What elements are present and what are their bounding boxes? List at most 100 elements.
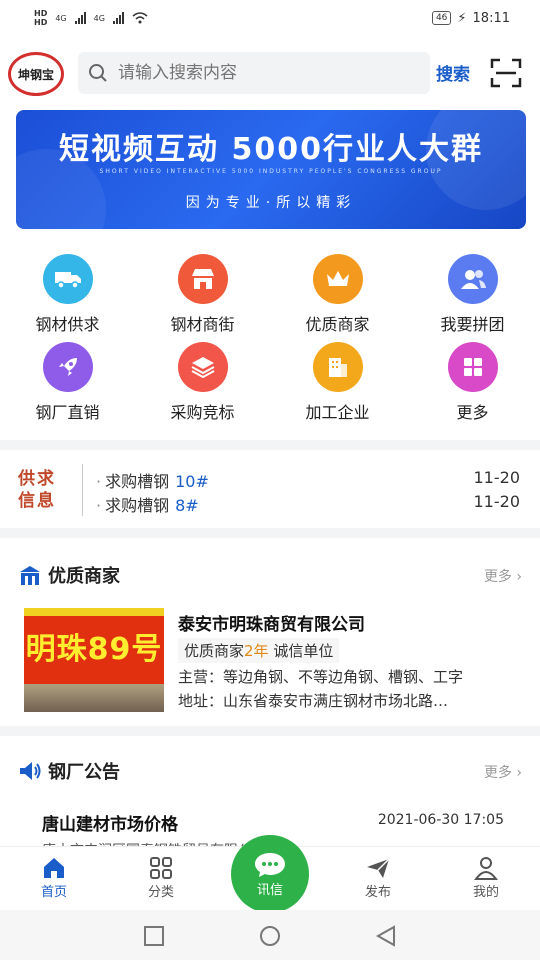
grid-label: 钢厂直销	[35, 403, 100, 422]
back-icon[interactable]	[374, 924, 398, 948]
merchants-header: 优质商家 更多 ›	[0, 554, 540, 594]
nav-category[interactable]: 分类	[121, 855, 201, 900]
more-link[interactable]: 更多 ›	[484, 566, 522, 586]
hd1: HD	[34, 9, 48, 18]
more-label: 更多	[483, 765, 512, 781]
store-icon	[177, 254, 228, 304]
supply-item-date: 11-20	[473, 492, 521, 511]
grid-item-quality-merchant[interactable]: 优质商家	[270, 252, 405, 340]
nav-label: 我的	[472, 885, 499, 900]
rocket-icon	[42, 342, 93, 392]
merchant-main-business: 主营：等边角钢、不等边角钢、槽钢、工字	[178, 668, 464, 686]
merchant-name: 泰安市明珠商贸有限公司	[178, 615, 365, 635]
building-icon	[312, 342, 363, 392]
grid-label: 更多	[456, 403, 489, 422]
status-bar: HD HD 4G 4G 46 ⚡ 18:11	[0, 0, 540, 36]
system-nav-bar	[0, 910, 540, 960]
nav-label: 讯信	[256, 882, 283, 898]
category-icon	[150, 857, 172, 879]
network-1: 4G	[55, 13, 67, 23]
send-icon	[367, 858, 390, 878]
battery-icon: 46	[431, 11, 452, 25]
section-divider	[0, 726, 540, 736]
signal-icon-2	[112, 12, 124, 24]
grid-item-group-buy[interactable]: 我要拼团	[405, 252, 540, 340]
chevron-right-icon: ›	[516, 569, 522, 585]
supply-item-date: 11-20	[473, 468, 521, 487]
banner-title: 短视频互动 5000行业人大群	[59, 132, 483, 167]
grid-label: 钢材商街	[170, 315, 235, 334]
search-icon	[89, 64, 107, 82]
grid-label: 优质商家	[305, 315, 370, 334]
merchant-card[interactable]: 明珠89号 泰安市明珠商贸有限公司 优质商家2年 诚信单位 主营：等边角钢、不等…	[0, 604, 540, 720]
grid-item-mill-direct[interactable]: 钢厂直销	[0, 340, 135, 428]
merchant-badge: 优质商家2年 诚信单位	[178, 638, 340, 663]
search-box[interactable]	[78, 52, 430, 94]
supply-item-text: 求购槽钢	[105, 496, 170, 515]
grid-icon	[447, 342, 498, 392]
clock: 18:11	[472, 10, 510, 26]
status-right: 46 ⚡ 18:11	[431, 10, 510, 26]
more-link[interactable]: 更多 ›	[484, 762, 522, 782]
section-title: 优质商家	[48, 566, 120, 587]
nav-home[interactable]: 首页	[14, 855, 94, 900]
supply-item[interactable]: · 求购槽钢 10# 11-20	[96, 468, 520, 492]
supply-separator	[82, 464, 83, 516]
category-grid: 钢材供求 钢材商街 优质商家 我要拼团 钢厂直销 采购竞标 加工企业 更多	[0, 252, 540, 428]
user-icon	[474, 857, 498, 880]
grid-label: 采购竞标	[170, 403, 235, 422]
banner-subtitle: SHORT VIDEO INTERACTIVE 5000 INDUSTRY PE…	[99, 168, 443, 175]
notice-title: 唐山建材市场价格	[42, 815, 178, 835]
grid-item-bidding[interactable]: 采购竞标	[135, 340, 270, 428]
supply-item[interactable]: · 求购槽钢 8# 11-20	[96, 492, 520, 516]
hd2: HD	[34, 18, 48, 27]
nav-publish[interactable]: 发布	[338, 855, 418, 900]
nav-message[interactable]: 讯信	[231, 835, 309, 913]
nav-label: 分类	[147, 885, 174, 900]
truck-icon	[42, 254, 93, 304]
section-divider	[0, 440, 540, 450]
signal-icon	[74, 12, 86, 24]
grid-item-steel-street[interactable]: 钢材商街	[135, 252, 270, 340]
section-divider	[0, 528, 540, 538]
nav-mine[interactable]: 我的	[446, 855, 526, 900]
merchant-address: 地址：山东省泰安市满庄钢材市场北路…	[178, 692, 449, 710]
crown-icon	[312, 254, 363, 304]
promo-banner[interactable]: 短视频互动 5000行业人大群 SHORT VIDEO INTERACTIVE …	[16, 110, 526, 229]
grid-item-processing[interactable]: 加工企业	[270, 340, 405, 428]
status-left: HD HD 4G 4G	[34, 9, 148, 27]
network-2: 4G	[93, 13, 105, 23]
grid-item-steel-supply[interactable]: 钢材供求	[0, 252, 135, 340]
grid-label: 加工企业	[305, 403, 370, 422]
supply-tag: 供求信息	[18, 469, 56, 511]
group-icon	[447, 254, 498, 304]
chevron-right-icon: ›	[516, 765, 522, 781]
supply-info: 供求信息 · 求购槽钢 10# 11-20 · 求购槽钢 8# 11-20	[0, 454, 540, 526]
layers-icon	[177, 342, 228, 392]
grid-item-more[interactable]: 更多	[405, 340, 540, 428]
nav-label: 首页	[40, 885, 67, 900]
search-button[interactable]: 搜索	[436, 60, 470, 85]
badge-suffix: 诚信单位	[268, 642, 334, 660]
wifi-icon	[132, 12, 148, 24]
scan-icon[interactable]	[490, 58, 522, 88]
nav-label: 发布	[364, 885, 391, 900]
chat-bubble-icon	[255, 852, 285, 877]
home-icon	[44, 858, 64, 878]
banner-slogan: 因为专业·所以精彩	[185, 195, 357, 211]
notice-header: 钢厂公告 更多 ›	[0, 750, 540, 790]
home-button-icon[interactable]	[258, 924, 282, 948]
store-icon	[20, 566, 40, 585]
hd-indicator: HD HD	[34, 9, 47, 27]
bullet-icon: ·	[96, 472, 102, 491]
grid-label: 钢材供求	[35, 315, 100, 334]
merchant-sign: 明珠89号	[24, 616, 164, 684]
supply-item-code: 10#	[175, 472, 209, 491]
recent-apps-icon[interactable]	[142, 924, 166, 948]
search-input[interactable]	[118, 63, 408, 83]
app-logo[interactable]: 坤钢宝	[8, 52, 64, 96]
badge-years: 2年	[244, 642, 269, 660]
more-label: 更多	[483, 569, 512, 585]
header: 坤钢宝 搜索	[0, 48, 540, 100]
bottom-nav: 首页 分类 讯信 发布 我的	[0, 835, 540, 913]
